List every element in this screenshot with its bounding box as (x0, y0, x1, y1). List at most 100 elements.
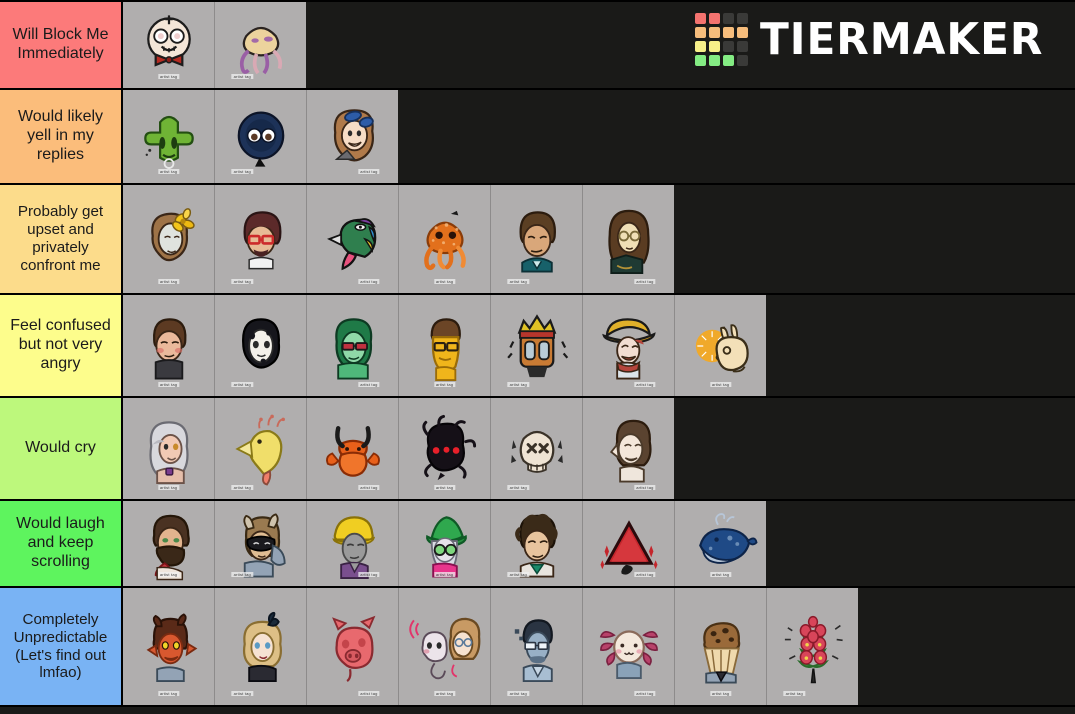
artist-watermark: artist tag (231, 572, 253, 577)
artist-watermark: artist tag (634, 382, 656, 387)
white-mask-black-hair-avatar[interactable]: artist tag (215, 295, 307, 396)
artist-watermark: artist tag (634, 572, 656, 577)
yellow-chocobo-bird-avatar[interactable]: artist tag (215, 398, 307, 499)
yellow-cap-grey-face-avatar[interactable]: artist tag (307, 501, 399, 586)
artist-watermark: artist tag (433, 382, 456, 387)
blue-whale-avatar[interactable]: artist tag (675, 501, 766, 586)
green-cactus-avatar[interactable]: artist tag (123, 90, 215, 183)
artist-watermark: artist tag (507, 279, 529, 284)
red-glasses-beard-avatar[interactable]: artist tag (215, 185, 307, 293)
artist-watermark: artist tag (157, 382, 180, 387)
tier-rows: Will Block Me Immediately artist tag artis… (0, 0, 1075, 707)
blue-glasses-man-avatar[interactable]: artist tag (491, 588, 583, 705)
tier-items: artist tag artist tag artist tag artist tag… (123, 501, 1075, 586)
artist-watermark: artist tag (157, 572, 180, 577)
artist-watermark: artist tag (709, 382, 732, 387)
tier-label[interactable]: Would laugh and keep scrolling (0, 501, 123, 586)
tier-items: artist tag artist tag artist tag artist tag… (123, 398, 1075, 499)
skull-clown-bowtie-avatar[interactable]: artist tag (123, 2, 215, 88)
green-hair-sunglasses-avatar[interactable]: artist tag (307, 295, 399, 396)
artist-watermark: artist tag (433, 279, 456, 284)
tier-row: Would cry artist tag artist tag artist tag a… (0, 398, 1075, 501)
artist-watermark: artist tag (358, 691, 380, 696)
tier-items: artist tag artist tag artist tag artist tag… (123, 185, 1075, 293)
tier-row: Probably get upset and privately confron… (0, 185, 1075, 295)
tier-label[interactable]: Would likely yell in my replies (0, 90, 123, 183)
tier-list-board: TIERMAKER Will Block Me Immediately artis… (0, 0, 1075, 714)
artist-watermark: artist tag (634, 485, 656, 490)
tier-items: artist tag artist tag artist tag (123, 90, 1075, 183)
tier-label[interactable]: Would cry (0, 398, 123, 499)
artist-watermark: artist tag (231, 382, 253, 387)
artist-watermark: artist tag (358, 485, 380, 490)
artist-watermark: artist tag (507, 691, 529, 696)
crown-lantern-head-avatar[interactable]: artist tag (491, 295, 583, 396)
tier-row: Would laugh and keep scrolling artist tag… (0, 501, 1075, 588)
artist-watermark: artist tag (231, 485, 253, 490)
artist-watermark: artist tag (507, 485, 529, 490)
bearded-tongue-mask-avatar[interactable]: artist tag (123, 501, 215, 586)
artist-watermark: artist tag (634, 279, 656, 284)
artist-watermark: artist tag (231, 279, 253, 284)
artist-watermark: artist tag (157, 74, 180, 79)
tier-row: Completely Unpredictable (Let's find out… (0, 588, 1075, 707)
brown-hair-teal-collar-avatar[interactable]: artist tag (491, 185, 583, 293)
green-witch-hat-avatar[interactable]: artist tag (399, 501, 491, 586)
tier-label[interactable]: Probably get upset and privately confron… (0, 185, 123, 293)
red-horned-demon-avatar[interactable]: artist tag (123, 588, 215, 705)
pirate-hat-laughing-avatar[interactable]: artist tag (583, 295, 675, 396)
artist-watermark: artist tag (358, 382, 380, 387)
tier-items: artist tag artist tag artist tag artist tag… (123, 295, 1075, 396)
pale-octopus-avatar[interactable]: artist tag (215, 2, 306, 88)
long-hair-glasses-avatar[interactable]: artist tag (583, 185, 674, 293)
red-triangle-avatar[interactable]: artist tag (583, 501, 675, 586)
orange-speckled-octopus-avatar[interactable]: artist tag (399, 185, 491, 293)
artist-watermark: artist tag (157, 485, 180, 490)
artist-watermark: artist tag (433, 691, 456, 696)
tier-label[interactable]: Will Block Me Immediately (0, 2, 123, 88)
artist-watermark: artist tag (783, 691, 805, 696)
tier-items: artist tag artist tag artist tag artist tag… (123, 588, 1075, 705)
artist-watermark: artist tag (231, 74, 253, 79)
skull-x-eyes-avatar[interactable]: artist tag (491, 398, 583, 499)
masked-horned-avatar[interactable]: artist tag (215, 501, 307, 586)
artist-watermark: artist tag (709, 572, 732, 577)
rabbit-sun-avatar[interactable]: artist tag (675, 295, 766, 396)
artist-watermark: artist tag (507, 572, 529, 577)
artist-watermark: artist tag (433, 485, 456, 490)
pointed-ear-smiling-avatar[interactable]: artist tag (583, 398, 674, 499)
axolotl-avatar[interactable]: artist tag (583, 588, 675, 705)
artist-watermark: artist tag (433, 572, 456, 577)
orange-crab-avatar[interactable]: artist tag (307, 398, 399, 499)
yellow-skin-glasses-avatar[interactable]: artist tag (399, 295, 491, 396)
blonde-bow-lady-avatar[interactable]: artist tag (215, 588, 307, 705)
white-wavy-hair-avatar[interactable]: artist tag (123, 398, 215, 499)
curly-hair-goggles-girl-avatar[interactable]: artist tag (307, 90, 398, 183)
tier-label[interactable]: Feel confused but not very angry (0, 295, 123, 396)
artist-watermark: artist tag (231, 169, 253, 174)
artist-watermark: artist tag (157, 169, 180, 174)
tier-items: artist tag artist tag (123, 2, 1075, 88)
headphones-ghost-pair-avatar[interactable]: artist tag (399, 588, 491, 705)
curly-hair-green-collar-avatar[interactable]: artist tag (491, 501, 583, 586)
pink-flowers-bouquet-avatar[interactable]: artist tag (767, 588, 858, 705)
blushing-turtleneck-avatar[interactable]: artist tag (123, 295, 215, 396)
muffin-avatar[interactable]: artist tag (675, 588, 767, 705)
dark-blue-blob-eyes-avatar[interactable]: artist tag (215, 90, 307, 183)
artist-watermark: artist tag (358, 572, 380, 577)
artist-watermark: artist tag (358, 279, 380, 284)
artist-watermark: artist tag (358, 169, 380, 174)
artist-watermark: artist tag (507, 382, 529, 387)
yellow-flower-hair-avatar[interactable]: artist tag (123, 185, 215, 293)
artist-watermark: artist tag (634, 691, 656, 696)
artist-watermark: artist tag (157, 279, 180, 284)
artist-watermark: artist tag (709, 691, 732, 696)
tier-row: Feel confused but not very angry artist t… (0, 295, 1075, 398)
tier-label[interactable]: Completely Unpredictable (Let's find out… (0, 588, 123, 705)
rainbow-bird-head-avatar[interactable]: artist tag (307, 185, 399, 293)
pink-pig-avatar[interactable]: artist tag (307, 588, 399, 705)
artist-watermark: artist tag (157, 691, 180, 696)
tier-row: Would likely yell in my replies artist ta… (0, 90, 1075, 185)
dark-red-eyes-creature-avatar[interactable]: artist tag (399, 398, 491, 499)
artist-watermark: artist tag (231, 691, 253, 696)
